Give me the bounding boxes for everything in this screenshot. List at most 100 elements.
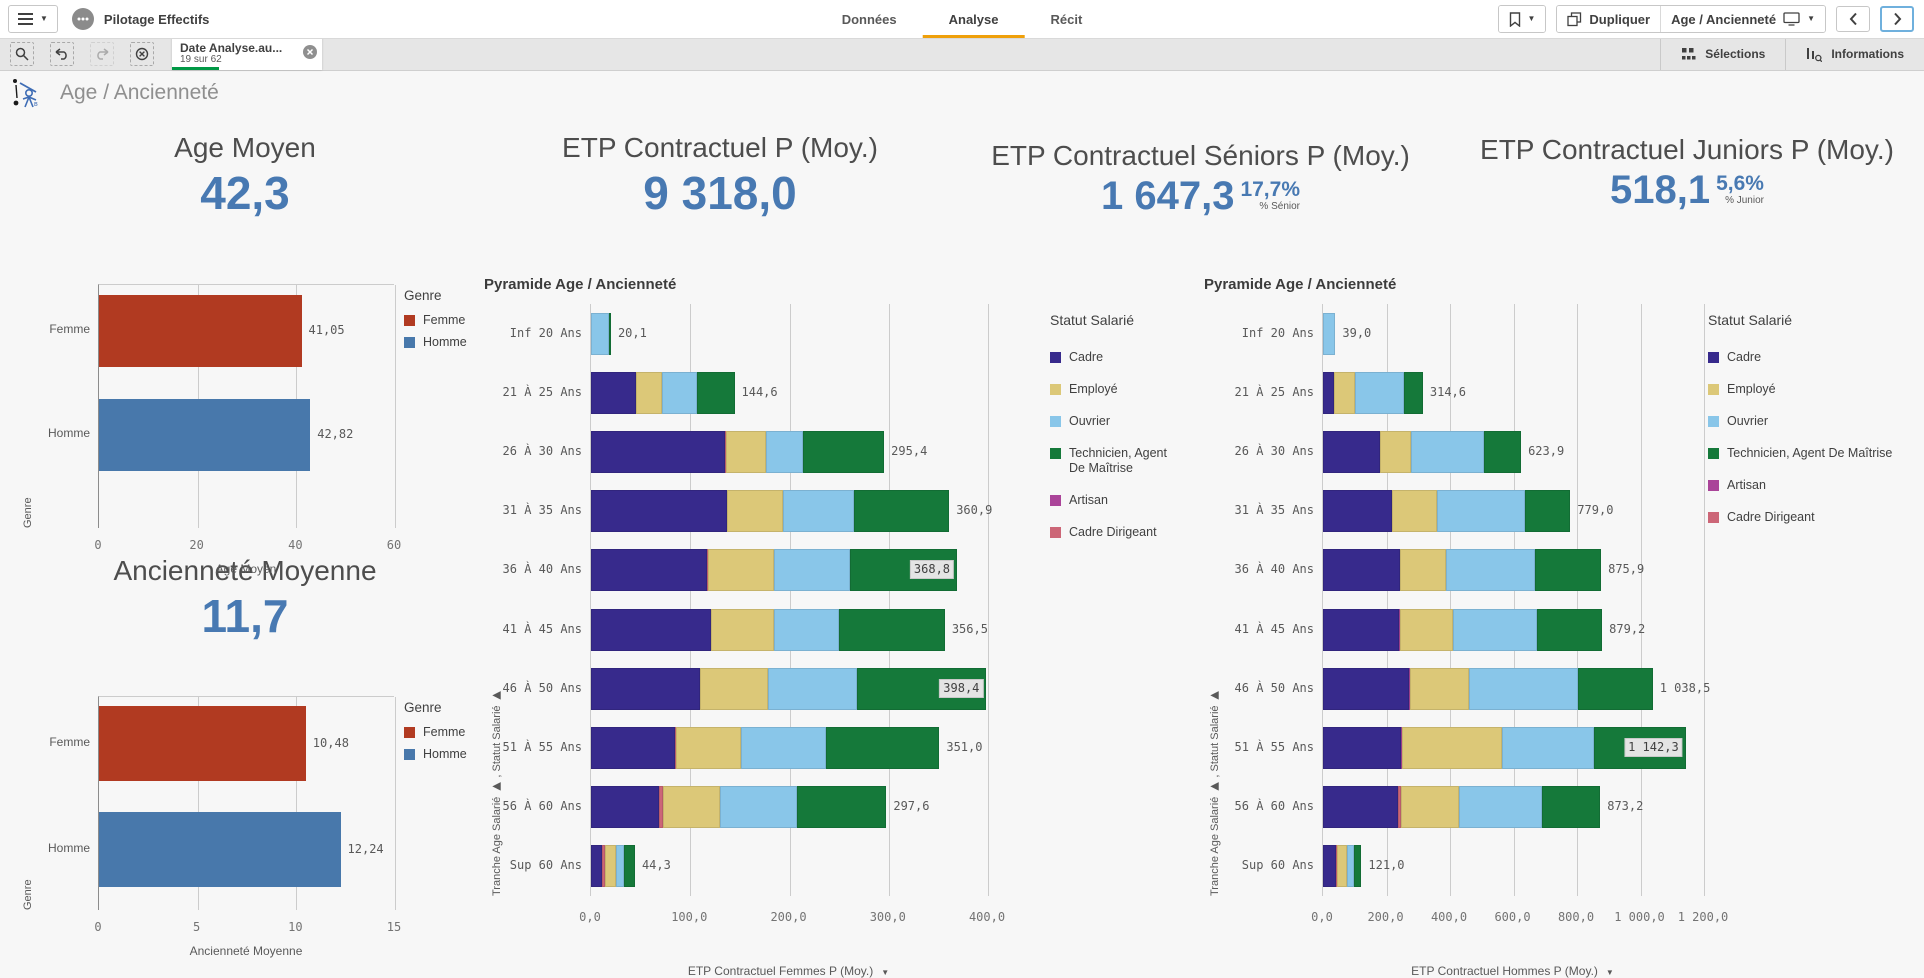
kpi-etp-juniors[interactable]: ETP Contractuel Juniors P (Moy.) 518,1 5… xyxy=(1452,134,1922,210)
bar-femme[interactable] xyxy=(99,295,302,367)
legend-item-femme[interactable]: Femme xyxy=(404,725,480,740)
legend-item-homme[interactable]: Homme xyxy=(404,335,480,350)
bar-femme[interactable] xyxy=(99,706,306,781)
bar-segment-technicien-agent-de-ma-trise[interactable] xyxy=(854,490,949,532)
bar-segment-cadre[interactable] xyxy=(1323,668,1409,710)
smart-search-button[interactable] xyxy=(10,42,34,66)
kpi-age-moyen[interactable]: Age Moyen 42,3 xyxy=(45,132,445,220)
bar-segment-ouvrier[interactable] xyxy=(1453,609,1537,651)
bar-segment-employ[interactable] xyxy=(708,549,774,591)
bar-segment-employ[interactable] xyxy=(1392,490,1437,532)
bar-segment-employ[interactable] xyxy=(1402,727,1502,769)
bar-segment-employ[interactable] xyxy=(1380,431,1410,473)
sheet-selector[interactable]: Age / Ancienneté ▼ xyxy=(1660,6,1825,32)
bar-segment-employ[interactable] xyxy=(1400,609,1453,651)
bar-segment-ouvrier[interactable] xyxy=(774,609,839,651)
bar-segment-employ[interactable] xyxy=(1334,372,1355,414)
bar-segment-employ[interactable] xyxy=(1401,786,1459,828)
bar-segment-cadre[interactable] xyxy=(591,609,711,651)
bar-segment-ouvrier[interactable] xyxy=(768,668,857,710)
bar-segment-employ[interactable] xyxy=(700,668,768,710)
bar-segment-technicien-agent-de-ma-trise[interactable] xyxy=(803,431,884,473)
bar-segment-employ[interactable] xyxy=(676,727,741,769)
previous-sheet-button[interactable] xyxy=(1836,6,1870,32)
bookmarks-button[interactable]: ▼ xyxy=(1499,6,1546,32)
selection-chip-close-icon[interactable] xyxy=(303,45,317,59)
bar-segment-ouvrier[interactable] xyxy=(662,372,698,414)
bar-segment-ouvrier[interactable] xyxy=(1437,490,1525,532)
clear-selections-button[interactable] xyxy=(130,42,154,66)
bar-segment-cadre[interactable] xyxy=(1323,431,1380,473)
bar-segment-technicien-agent-de-ma-trise[interactable] xyxy=(1535,549,1601,591)
bar-segment-ouvrier[interactable] xyxy=(741,727,825,769)
legend-item-homme[interactable]: Homme xyxy=(404,747,480,762)
bar-segment-technicien-agent-de-ma-trise[interactable] xyxy=(1537,609,1603,651)
legend-item-cadre[interactable]: Cadre xyxy=(1708,350,1922,365)
bar-segment-technicien-agent-de-ma-trise[interactable] xyxy=(826,727,940,769)
bar-segment-ouvrier[interactable] xyxy=(720,786,797,828)
bar-segment-technicien-agent-de-ma-trise[interactable] xyxy=(1525,490,1570,532)
legend-item-cadre[interactable]: Cadre xyxy=(1050,350,1176,365)
bar-segment-ouvrier[interactable] xyxy=(616,845,624,887)
pyramide-femmes-chart[interactable]: Pyramide Age / Ancienneté Tranche Age Sa… xyxy=(480,272,1180,968)
bar-segment-cadre[interactable] xyxy=(591,372,636,414)
pyramide-hommes-chart[interactable]: Pyramide Age / Ancienneté Tranche Age Sa… xyxy=(1200,272,1924,968)
bar-segment-cadre[interactable] xyxy=(591,668,700,710)
selections-tool-button[interactable]: Sélections xyxy=(1660,38,1785,70)
bar-segment-ouvrier[interactable] xyxy=(591,313,609,355)
global-menu-button[interactable]: ▼ xyxy=(8,5,58,33)
app-options-icon[interactable] xyxy=(72,8,94,30)
bar-segment-employ[interactable] xyxy=(726,431,766,473)
legend-item-employ[interactable]: Employé xyxy=(1050,382,1176,397)
bar-segment-cadre[interactable] xyxy=(1323,490,1392,532)
bar-segment-ouvrier[interactable] xyxy=(1323,313,1335,355)
bar-segment-technicien-agent-de-ma-trise[interactable] xyxy=(1484,431,1521,473)
age-moyen-bar-chart[interactable]: Genre 41,0542,82 Age Moyen GenreFemmeHom… xyxy=(18,276,480,566)
legend-item-ouvrier[interactable]: Ouvrier xyxy=(1708,414,1922,429)
legend-item-technicien-agent-de-ma-trise[interactable]: Technicien, Agent De Maîtrise xyxy=(1050,446,1176,476)
measure-dropdown-icon[interactable]: ▼ xyxy=(881,968,889,977)
bar-segment-ouvrier[interactable] xyxy=(1411,431,1485,473)
bar-segment-ouvrier[interactable] xyxy=(1446,549,1535,591)
bar-segment-ouvrier[interactable] xyxy=(1502,727,1594,769)
legend-item-artisan[interactable]: Artisan xyxy=(1050,493,1176,508)
bar-segment-ouvrier[interactable] xyxy=(1459,786,1542,828)
bar-segment-employ[interactable] xyxy=(605,845,616,887)
step-forward-button[interactable] xyxy=(90,42,114,66)
bar-segment-ouvrier[interactable] xyxy=(1355,372,1404,414)
legend-item-artisan[interactable]: Artisan xyxy=(1708,478,1922,493)
bar-segment-cadre[interactable] xyxy=(591,431,725,473)
bar-segment-cadre[interactable] xyxy=(591,845,602,887)
legend-item-ouvrier[interactable]: Ouvrier xyxy=(1050,414,1176,429)
bar-segment-cadre[interactable] xyxy=(1323,845,1336,887)
bar-segment-technicien-agent-de-ma-trise[interactable] xyxy=(1578,668,1653,710)
tab-analyse[interactable]: Analyse xyxy=(923,0,1025,38)
bar-segment-cadre[interactable] xyxy=(591,727,675,769)
tab-recit[interactable]: Récit xyxy=(1024,0,1108,38)
bar-segment-technicien-agent-de-ma-trise[interactable] xyxy=(1542,786,1600,828)
informations-button[interactable]: Informations xyxy=(1785,38,1924,70)
bar-segment-technicien-agent-de-ma-trise[interactable] xyxy=(1354,845,1362,887)
bar-segment-cadre[interactable] xyxy=(1323,609,1399,651)
next-sheet-button[interactable] xyxy=(1880,6,1914,32)
selection-chip-date-analyse[interactable]: Date Analyse.au... 19 sur 62 xyxy=(172,38,322,70)
legend-item-technicien-agent-de-ma-trise[interactable]: Technicien, Agent De Maîtrise xyxy=(1708,446,1922,461)
bar-segment-technicien-agent-de-ma-trise[interactable] xyxy=(697,372,734,414)
bar-segment-technicien-agent-de-ma-trise[interactable] xyxy=(797,786,887,828)
tab-donnees[interactable]: Données xyxy=(816,0,923,38)
legend-item-cadre-dirigeant[interactable]: Cadre Dirigeant xyxy=(1708,510,1922,525)
bar-segment-cadre[interactable] xyxy=(591,786,659,828)
duplicate-button[interactable]: Dupliquer xyxy=(1557,6,1660,32)
bar-segment-cadre[interactable] xyxy=(1323,549,1400,591)
bar-segment-employ[interactable] xyxy=(663,786,720,828)
bar-segment-technicien-agent-de-ma-trise[interactable] xyxy=(624,845,635,887)
bar-segment-cadre[interactable] xyxy=(1323,727,1401,769)
bar-segment-ouvrier[interactable] xyxy=(774,549,850,591)
bar-segment-employ[interactable] xyxy=(1337,845,1348,887)
legend-item-cadre-dirigeant[interactable]: Cadre Dirigeant xyxy=(1050,525,1176,540)
bar-segment-technicien-agent-de-ma-trise[interactable] xyxy=(839,609,944,651)
kpi-etp-contractuel[interactable]: ETP Contractuel P (Moy.) 9 318,0 xyxy=(500,132,940,220)
bar-segment-employ[interactable] xyxy=(727,490,784,532)
bar-segment-technicien-agent-de-ma-trise[interactable] xyxy=(609,313,611,355)
anciennete-bar-chart[interactable]: Genre 10,4812,24 Ancienneté Moyenne Genr… xyxy=(18,688,480,968)
